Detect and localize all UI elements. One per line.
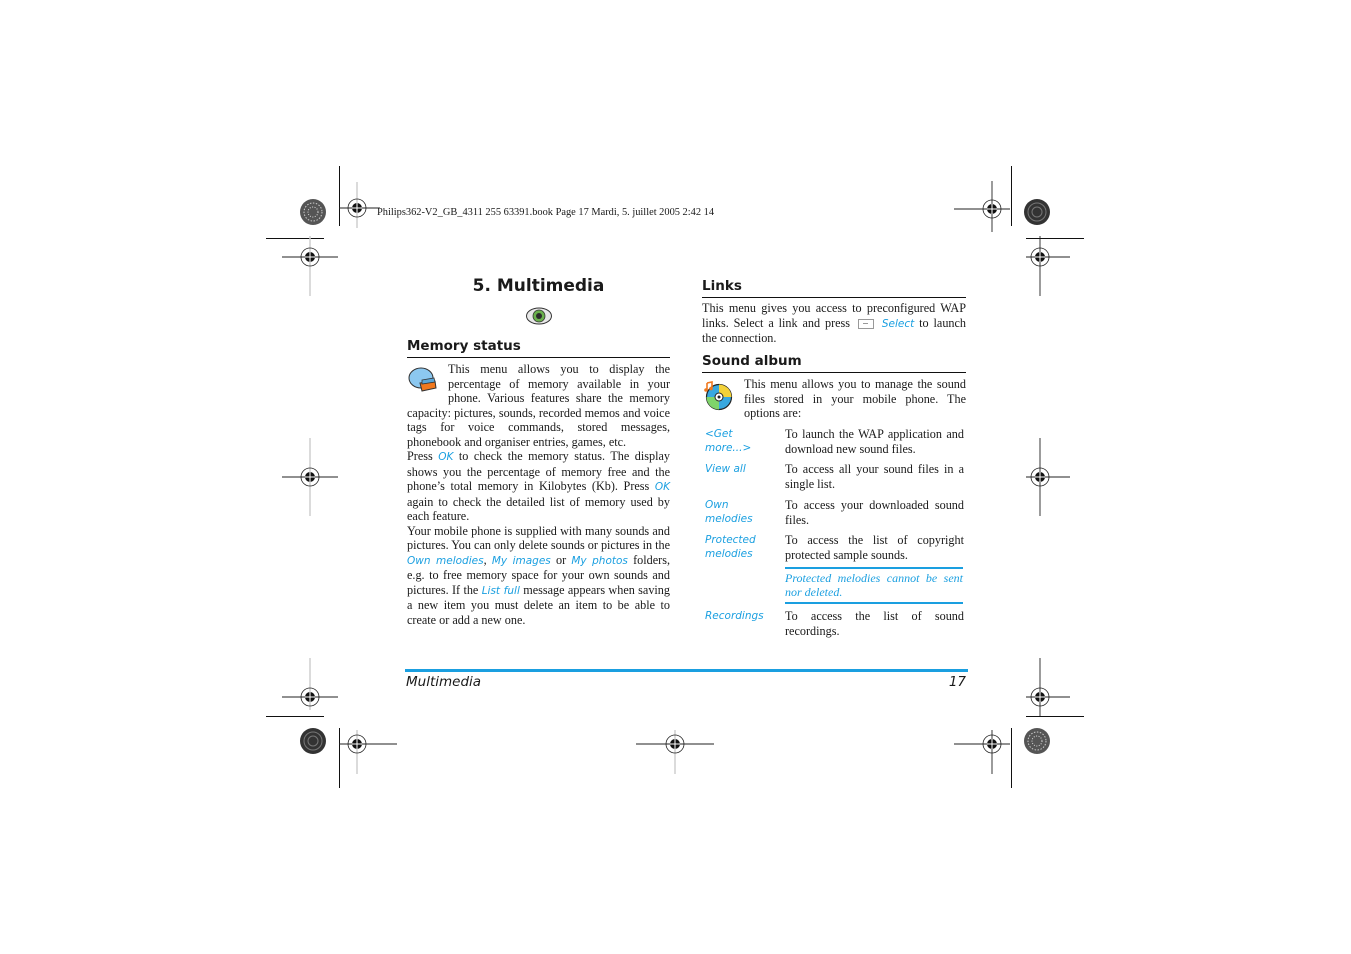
sound-album-options: <Get more...> To launch the WAP applicat… <box>702 427 966 647</box>
sound-album-intro: This menu allows you to manage the sound… <box>744 377 966 420</box>
option-term: <Get more...> <box>705 428 752 454</box>
text: or <box>550 552 572 567</box>
select-key-label: Select <box>881 317 915 330</box>
protected-melodies-note: Protected melodies cannot be sent nor de… <box>785 567 963 604</box>
memory-status-paragraph-3: Your mobile phone is supplied with many … <box>407 524 670 628</box>
chapter-title: 5. Multimedia <box>472 276 605 296</box>
option-term: View all <box>705 463 746 475</box>
memory-status-heading: Memory status <box>407 338 521 354</box>
option-description: To access the list of sound recordings. <box>785 609 964 638</box>
option-description: To access all your sound files in a sing… <box>785 462 964 491</box>
option-term: Protected melodies <box>705 534 756 560</box>
text: again to check the detailed list of memo… <box>407 494 670 524</box>
text: Your mobile phone is supplied with many … <box>407 523 670 553</box>
links-heading-block: Links <box>702 278 966 298</box>
menu-ref-own-melodies: Own melodies <box>407 554 484 567</box>
music-cd-icon <box>704 381 733 411</box>
text: Press <box>407 449 439 463</box>
sound-album-heading-block: Sound album <box>702 353 966 373</box>
option-description: To launch the WAP application and downlo… <box>785 427 964 456</box>
menu-ref-my-images: My images <box>491 554 551 567</box>
option-description: To access the list of copyright protecte… <box>785 533 964 562</box>
ok-key-label: OK <box>438 451 454 463</box>
option-description: To access your downloaded sound files. <box>785 498 964 527</box>
menu-ref-my-photos: My photos <box>571 554 628 567</box>
memory-status-heading-block: Memory status <box>407 338 670 358</box>
text: , <box>483 552 492 567</box>
option-term: Own melodies <box>705 499 753 525</box>
memory-status-body: This menu allows you to display the perc… <box>407 362 670 627</box>
links-paragraph: This menu gives you access to preconfigu… <box>702 301 966 346</box>
links-heading: Links <box>702 278 742 294</box>
footer-section-title: Multimedia <box>406 674 482 690</box>
registration-marks <box>282 181 1070 774</box>
multimedia-eye-icon <box>526 307 552 325</box>
sound-album-heading: Sound album <box>702 353 802 369</box>
print-header: Philips362-V2_GB_4311 255 63391.book Pag… <box>377 207 715 218</box>
ok-key-label: OK <box>654 481 670 493</box>
note-text: Protected melodies cannot be sent nor de… <box>785 571 963 599</box>
softkey-icon <box>857 318 874 329</box>
icon-spacer <box>407 362 448 405</box>
message-ref-list-full: List full <box>481 584 520 597</box>
option-term: Recordings <box>705 610 764 622</box>
footer-rule <box>405 669 968 672</box>
page-number: 17 <box>948 674 966 690</box>
memory-status-paragraph-2: Press OK to check the memory status. The… <box>407 449 670 524</box>
